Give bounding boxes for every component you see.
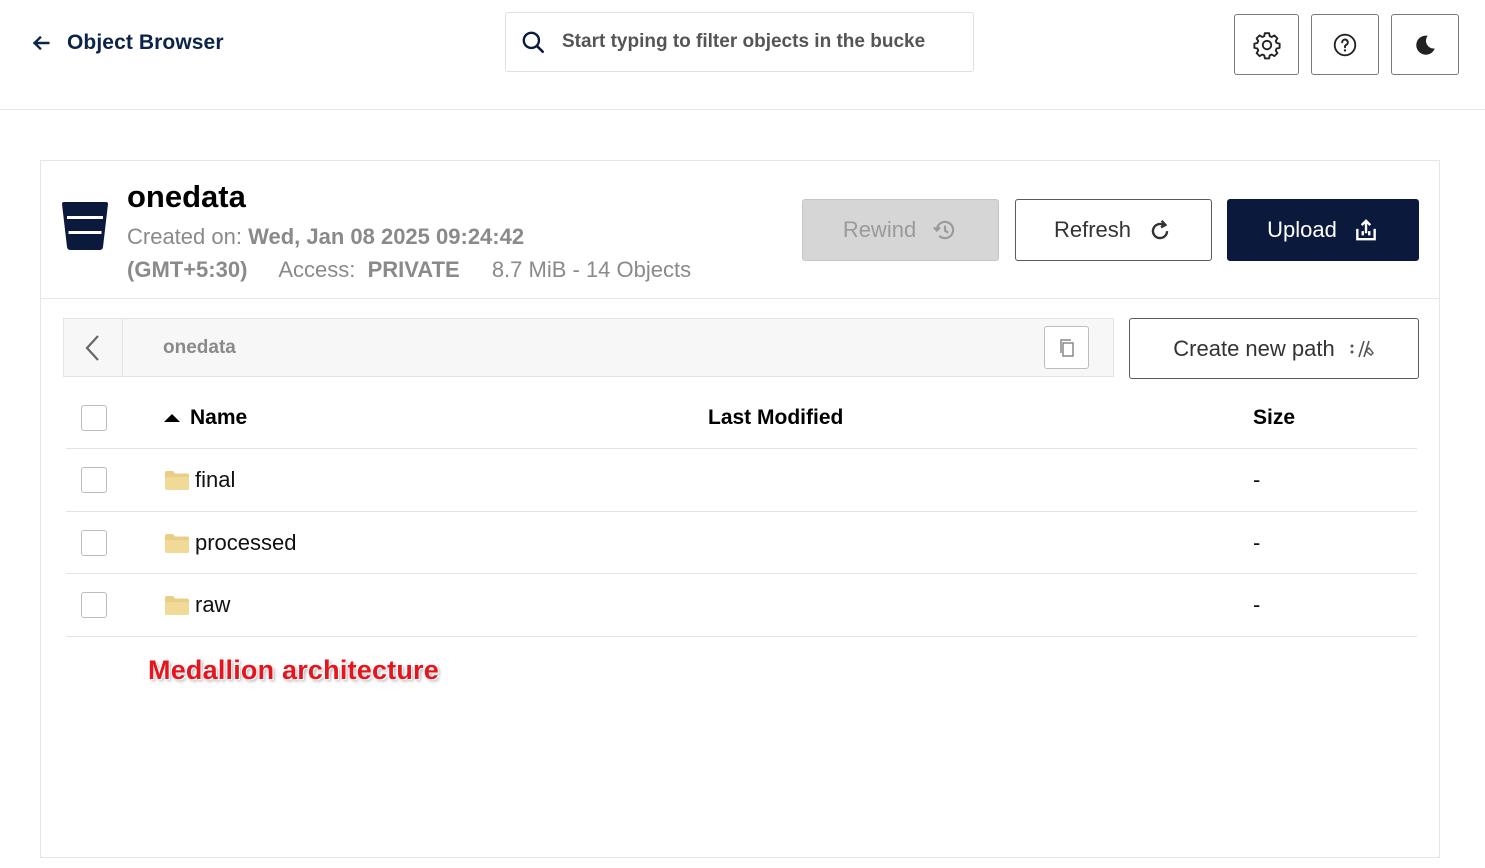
column-header-size[interactable]: Size (1253, 406, 1295, 430)
access-label: Access: (278, 257, 356, 282)
history-icon (933, 220, 955, 240)
object-name-label: processed (195, 529, 297, 555)
chevron-left-icon (85, 334, 99, 361)
object-browser-panel: onedata Create new path Name Last Modifi… (40, 298, 1440, 858)
arrow-left-icon (32, 35, 50, 51)
settings-button[interactable] (1234, 14, 1299, 75)
object-name-label: raw (195, 592, 231, 617)
folder-icon (165, 471, 189, 490)
search-input[interactable] (562, 31, 952, 53)
object-size: - (1253, 592, 1261, 617)
breadcrumb-path[interactable]: onedata (163, 337, 236, 359)
rewind-button[interactable]: Rewind (802, 199, 999, 261)
table-row[interactable]: final - (66, 449, 1417, 512)
row-checkbox[interactable] (81, 592, 107, 618)
top-bar: Object Browser (0, 0, 1485, 110)
select-all-checkbox[interactable] (81, 405, 107, 431)
moon-icon (1416, 35, 1435, 55)
theme-toggle-button[interactable] (1391, 14, 1459, 75)
created-timezone: (GMT+5:30) (127, 257, 248, 282)
upload-label: Upload (1267, 217, 1337, 242)
page-title: Object Browser (67, 31, 224, 54)
object-name[interactable]: raw (164, 592, 230, 618)
bucket-created: Created on: Wed, Jan 08 2025 09:24:42 (127, 224, 524, 250)
bucket-meta: (GMT+5:30) Access: PRIVATE 8.7 MiB - 14 … (127, 257, 691, 283)
table-row[interactable]: processed - (66, 512, 1417, 574)
refresh-icon (1151, 219, 1169, 240)
breadcrumb: onedata (63, 318, 1114, 377)
folder-icon (165, 533, 189, 553)
column-header-name[interactable]: Name (190, 406, 247, 430)
rewind-label: Rewind (842, 217, 917, 242)
new-path-icon (1350, 340, 1374, 357)
upload-icon (1356, 219, 1376, 241)
object-size: - (1253, 529, 1261, 555)
sort-ascending-icon (164, 414, 180, 422)
help-circle-icon (1333, 33, 1357, 56)
bucket-header: onedata Created on: Wed, Jan 08 2025 09:… (40, 160, 1440, 299)
upload-button[interactable]: Upload (1227, 199, 1419, 261)
breadcrumb-back-button[interactable] (64, 319, 123, 376)
annotation-label: Medallion architecture (148, 655, 439, 685)
search-box[interactable] (505, 12, 974, 72)
create-new-path-label: Create new path (1173, 335, 1335, 361)
bucket-usage: 8.7 MiB - 14 Objects (491, 257, 692, 282)
copy-path-button[interactable] (1044, 326, 1089, 369)
bucket-name: onedata (127, 179, 246, 214)
bucket-icon (62, 202, 108, 250)
object-size: - (1253, 467, 1261, 492)
row-checkbox[interactable] (81, 467, 107, 493)
column-header-last-modified[interactable]: Last Modified (708, 406, 843, 430)
refresh-button[interactable]: Refresh (1015, 199, 1212, 261)
created-label: Created on: (127, 224, 242, 249)
back-to-buckets-button[interactable]: Object Browser (30, 31, 224, 55)
refresh-label: Refresh (1053, 217, 1132, 242)
objects-table: Name Last Modified Size final - processe… (66, 387, 1417, 637)
copy-icon (1059, 338, 1074, 357)
object-name[interactable]: final (164, 467, 235, 493)
table-row[interactable]: raw - (66, 574, 1417, 637)
gear-icon (1252, 31, 1281, 59)
object-name-label: final (195, 467, 236, 492)
object-name[interactable]: processed (164, 530, 297, 556)
table-header-row: Name Last Modified Size (66, 387, 1417, 449)
row-checkbox[interactable] (81, 529, 107, 556)
help-button[interactable] (1311, 14, 1379, 75)
create-new-path-button[interactable]: Create new path (1129, 318, 1419, 379)
created-value: Wed, Jan 08 2025 09:24:42 (248, 224, 525, 249)
folder-icon (165, 596, 189, 615)
access-value: PRIVATE (367, 257, 460, 282)
search-icon (522, 31, 545, 54)
